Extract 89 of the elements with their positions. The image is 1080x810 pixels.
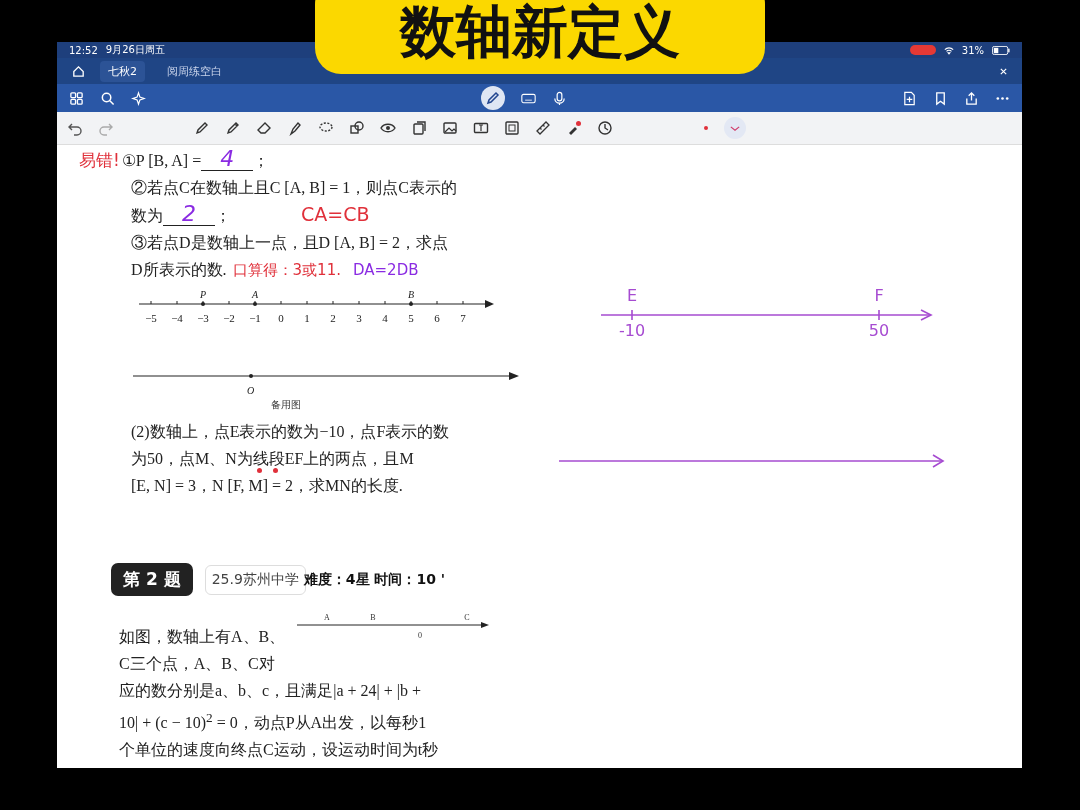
tick-label: −1 [249, 312, 261, 324]
title-banner: 数轴新定义 [315, 0, 765, 74]
point-dot [249, 374, 253, 378]
point-label: C [464, 613, 470, 622]
handwritten-label: -10 [618, 321, 646, 340]
tick-label: −3 [197, 312, 209, 324]
home-icon[interactable] [71, 63, 86, 79]
question-text: D所表示的数. [131, 260, 227, 280]
tick-label: −2 [223, 312, 235, 324]
tick-label: 6 [434, 312, 440, 324]
pencil-icon[interactable] [225, 120, 241, 136]
tick-label: 0 [278, 312, 284, 324]
question-text: (2)数轴上，点E表示的数为−10，点F表示的数 [131, 422, 450, 443]
question-text: 应的数分别是a、b、c，且满足|a + 24| + |b + [119, 681, 421, 702]
clock-icon[interactable] [597, 120, 613, 136]
handwritten-answer: 4 [201, 148, 254, 171]
figure-caption: 备用图 [271, 398, 302, 412]
question-text: C三个点，A、B、C对 [119, 654, 275, 674]
question-text: 线段 [252, 450, 285, 467]
shapes-icon[interactable] [349, 120, 365, 136]
handwritten-label: E [626, 286, 638, 305]
point-label: B [370, 613, 376, 622]
question-text: 如图，数轴上有A、B、 [119, 627, 286, 647]
tick-label: 4 [382, 312, 388, 324]
highlighter-icon[interactable] [287, 120, 303, 136]
point-label: P [199, 290, 207, 300]
point-dot [201, 302, 205, 306]
point-dot [409, 302, 413, 306]
tick-label: −4 [171, 312, 183, 324]
handwritten-note: CA=CB [301, 202, 370, 227]
color-dot-icon[interactable] [703, 125, 709, 131]
close-icon[interactable] [999, 66, 1008, 76]
question-text: 个单位的速度向终点C运动，设运动时间为t秒 [119, 740, 439, 761]
status-date: 9月26日周五 [105, 43, 165, 57]
eraser-icon[interactable] [256, 120, 272, 136]
copy-icon[interactable] [411, 120, 427, 136]
pen-icon[interactable] [194, 120, 210, 136]
handwritten-label: 50 [868, 321, 890, 340]
tick-label: 5 [408, 312, 414, 324]
point-label: O [247, 385, 255, 396]
question-text: 10| + (c − 10)$^{2}$ = 0，动点P从A出发，以每秒1 [119, 709, 427, 734]
question-text: ； [253, 151, 270, 171]
question-text: [E, N] = 3，N [F, M] = 2，求MN的长度. [131, 476, 403, 496]
tick-label: 3 [356, 312, 362, 324]
image-icon[interactable] [442, 120, 458, 136]
point-label: B [407, 290, 415, 300]
tick-label: −5 [145, 312, 157, 324]
bookmark-icon[interactable] [933, 90, 948, 106]
share-icon[interactable] [964, 90, 979, 106]
question-text: ①P [B, A] = [121, 151, 202, 171]
handwritten-note: 口算得：3或11. [232, 260, 341, 281]
search-icon[interactable] [100, 90, 115, 106]
text-box-icon[interactable] [473, 120, 489, 136]
expand-button[interactable] [724, 117, 746, 139]
pen-icon [485, 90, 501, 106]
question-text: ③若点D是数轴上一点，且D [A, B] = 2，求点 [131, 233, 448, 253]
add-page-icon[interactable] [902, 90, 917, 106]
handwritten-note: 易错! [79, 149, 120, 172]
question-text: EF上的两点，且M [284, 449, 414, 469]
question-number-badge: 第 2 题 [111, 563, 193, 596]
chevron-icon [730, 124, 740, 132]
ruler-icon[interactable] [535, 120, 551, 136]
handwritten-label: F [874, 286, 884, 305]
pen-mode-button[interactable] [481, 86, 505, 110]
tick-label: 2 [330, 312, 336, 324]
handwritten-note: DA=2DB [352, 260, 419, 281]
point-label: A [324, 613, 331, 622]
status-time: 12:52 [69, 44, 98, 56]
document-tab[interactable]: 七秋2 [100, 60, 145, 82]
handwritten-answer: 2 [163, 203, 215, 226]
tick-label: 1 [304, 312, 310, 324]
grid-icon[interactable] [69, 90, 84, 106]
recording-indicator-icon [909, 45, 936, 55]
document-tab[interactable]: 阅周练空白 [159, 60, 230, 82]
point-label: A [251, 290, 259, 300]
point-label: 0 [418, 631, 423, 640]
question-text: 为50，点M、N为 [131, 449, 253, 469]
difficulty-text: 难度：4星 时间：10 ' [303, 570, 446, 589]
question-text: ②若点C在数轴上且C [A, B] = 1，则点C表示的 [131, 178, 457, 198]
sparkle-icon[interactable] [131, 90, 146, 106]
tick-label: 7 [460, 312, 466, 324]
point-dot [253, 302, 257, 306]
question-text: 数为 [131, 206, 163, 226]
gallery-icon[interactable] [504, 120, 520, 136]
question-text: ； [215, 206, 231, 226]
battery-icon [992, 45, 1010, 55]
battery-percent: 31% [961, 44, 984, 56]
microphone-icon[interactable] [552, 90, 567, 106]
wifi-icon [943, 45, 954, 55]
